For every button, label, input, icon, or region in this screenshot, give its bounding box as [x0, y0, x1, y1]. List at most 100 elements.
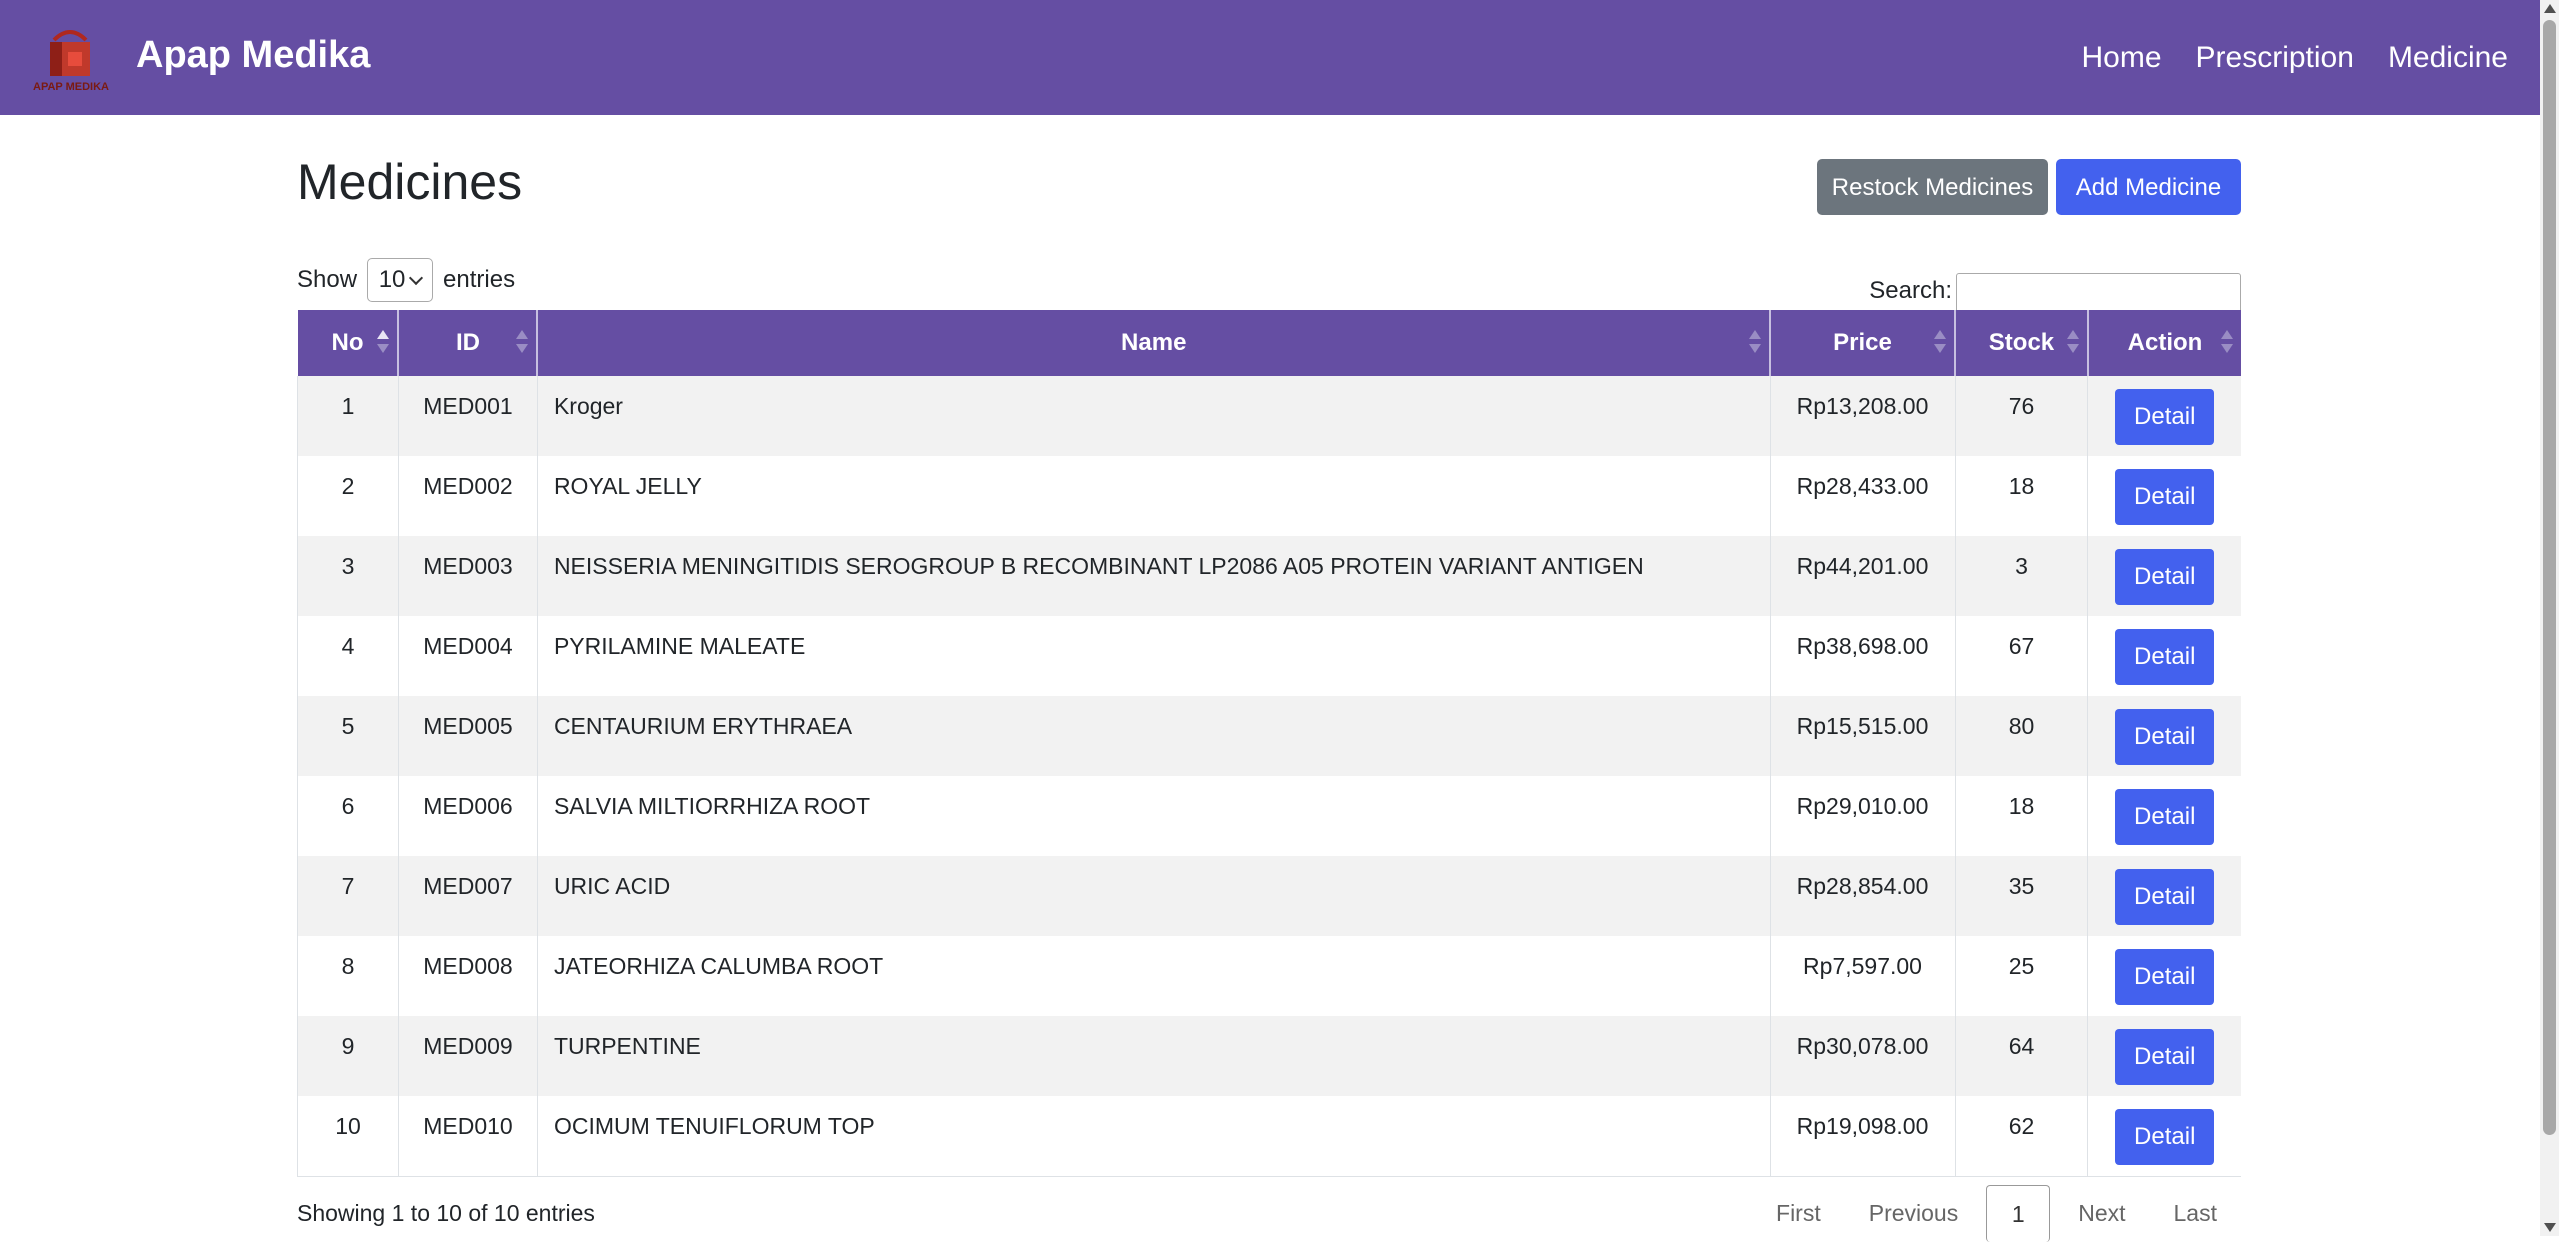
cell-price: Rp28,854.00: [1796, 873, 1929, 899]
show-label: Show: [297, 266, 358, 293]
chevron-down-icon: [409, 270, 424, 285]
cell-no: 8: [341, 953, 355, 979]
brand-title[interactable]: Apap Medika: [136, 0, 370, 110]
table-row: 9 MED009 TURPENTINE Rp30,078.00 64 Detail: [297, 1016, 2241, 1096]
entries-select[interactable]: 10: [367, 258, 434, 302]
cell-stock: 3: [2015, 553, 2028, 579]
column-header-id-label: ID: [455, 329, 480, 356]
svg-text:APAP MEDIKA: APAP MEDIKA: [33, 81, 109, 92]
detail-button[interactable]: Detail: [2115, 1029, 2215, 1085]
pagination-first[interactable]: First: [1752, 1188, 1845, 1238]
detail-button[interactable]: Detail: [2115, 1109, 2215, 1165]
cell-price: Rp44,201.00: [1796, 553, 1929, 579]
detail-button[interactable]: Detail: [2115, 629, 2215, 685]
table-header-row: No ID Name Price Stock Action: [297, 310, 2241, 376]
column-header-stock-label: Stock: [1988, 329, 2055, 356]
column-header-no-label: No: [331, 329, 364, 356]
vertical-scrollbar[interactable]: [2540, 0, 2559, 1236]
page-title: Medicines: [297, 154, 523, 210]
cell-stock: 76: [2008, 393, 2035, 419]
cell-id: MED004: [423, 633, 513, 659]
restock-medicines-button[interactable]: Restock Medicines: [1817, 159, 2048, 215]
cell-id: MED002: [423, 473, 513, 499]
apap-medika-logo[interactable]: APAP MEDIKA: [26, 20, 116, 93]
column-header-price[interactable]: Price: [1770, 310, 1956, 376]
cell-name: URIC ACID: [553, 873, 671, 899]
detail-button[interactable]: Detail: [2115, 869, 2215, 925]
cell-name: JATEORHIZA CALUMBA ROOT: [553, 953, 884, 979]
column-header-id[interactable]: ID: [398, 310, 539, 376]
sort-icon: [2221, 330, 2233, 356]
cell-id: MED009: [423, 1033, 513, 1059]
nav-link-prescription[interactable]: Prescription: [2196, 41, 2354, 75]
table-row: 5 MED005 CENTAURIUM ERYTHRAEA Rp15,515.00 80…: [297, 696, 2241, 776]
cell-id: MED003: [423, 553, 513, 579]
cell-no: 4: [341, 633, 355, 659]
scroll-down-arrow-icon[interactable]: [2544, 1223, 2556, 1232]
table-row: 2 MED002 ROYAL JELLY Rp28,433.00 18 Detail: [297, 456, 2241, 536]
cell-stock: 18: [2008, 793, 2035, 819]
pagination: First Previous 1 Next Last: [1752, 1185, 2241, 1242]
column-header-action-label: Action: [2127, 329, 2203, 356]
cell-id: MED007: [423, 873, 513, 899]
cell-no: 1: [341, 393, 355, 419]
pagination-last[interactable]: Last: [2150, 1188, 2241, 1238]
entries-label: entries: [443, 266, 516, 293]
cell-id: MED001: [423, 393, 513, 419]
table-row: 7 MED007 URIC ACID Rp28,854.00 35 Detail: [297, 856, 2241, 936]
add-medicine-button[interactable]: Add Medicine: [2056, 159, 2241, 215]
cell-name: NEISSERIA MENINGITIDIS SEROGROUP B RECOM…: [553, 553, 1644, 579]
cell-stock: 62: [2008, 1113, 2035, 1139]
search-label: Search:: [1869, 277, 1952, 304]
entries-select-value: 10: [378, 266, 406, 293]
show-entries: Show 10 entries: [297, 258, 515, 302]
cell-no: 7: [341, 873, 355, 899]
scroll-up-arrow-icon[interactable]: [2544, 4, 2556, 13]
table-body: 1 MED001 Kroger Rp13,208.00 76 Detail 2 MED002…: [297, 376, 2241, 1177]
column-header-price-label: Price: [1833, 329, 1892, 356]
nav-link-medicine[interactable]: Medicine: [2388, 41, 2508, 75]
cell-price: Rp13,208.00: [1796, 393, 1929, 419]
navbar: APAP MEDIKA Apap Medika Home Prescriptio…: [0, 0, 2540, 115]
cell-name: CENTAURIUM ERYTHRAEA: [553, 713, 853, 739]
cell-stock: 64: [2008, 1033, 2035, 1059]
detail-button[interactable]: Detail: [2115, 949, 2215, 1005]
cell-name: OCIMUM TENUIFLORUM TOP: [553, 1113, 875, 1139]
table-row: 10 MED010 OCIMUM TENUIFLORUM TOP Rp19,098.0…: [297, 1096, 2241, 1177]
column-header-name-label: Name: [1121, 329, 1187, 356]
detail-button[interactable]: Detail: [2115, 709, 2215, 765]
detail-button[interactable]: Detail: [2115, 549, 2215, 605]
nav-link-home[interactable]: Home: [2082, 41, 2162, 75]
pagination-previous[interactable]: Previous: [1845, 1188, 1982, 1238]
nav-links: Home Prescription Medicine: [2082, 0, 2509, 115]
table-row: 8 MED008 JATEORHIZA CALUMBA ROOT Rp7,597.00…: [297, 936, 2241, 1016]
cell-price: Rp28,433.00: [1796, 473, 1929, 499]
detail-button[interactable]: Detail: [2115, 389, 2215, 445]
sort-icon: [1749, 330, 1762, 356]
cell-no: 5: [341, 713, 355, 739]
cell-name: Kroger: [553, 393, 623, 419]
column-header-no[interactable]: No: [297, 310, 400, 376]
cell-id: MED006: [423, 793, 513, 819]
detail-button[interactable]: Detail: [2115, 469, 2215, 525]
pagination-page-1[interactable]: 1: [1986, 1185, 2051, 1242]
pagination-next[interactable]: Next: [2054, 1188, 2149, 1238]
scroll-thumb[interactable]: [2543, 20, 2556, 1135]
column-header-action[interactable]: Action: [2087, 310, 2241, 376]
cell-name: PYRILAMINE MALEATE: [553, 633, 806, 659]
detail-button[interactable]: Detail: [2115, 789, 2215, 845]
cell-price: Rp38,698.00: [1796, 633, 1929, 659]
sort-icon: [2066, 330, 2079, 356]
column-header-name[interactable]: Name: [537, 310, 1772, 376]
cell-no: 2: [341, 473, 355, 499]
medicines-table: No ID Name Price Stock Action 1 MED001 Kro…: [297, 310, 2241, 1177]
cell-no: 9: [341, 1033, 355, 1059]
table-row: 1 MED001 Kroger Rp13,208.00 76 Detail: [297, 376, 2241, 456]
cell-price: Rp29,010.00: [1796, 793, 1929, 819]
cell-name: SALVIA MILTIORRHIZA ROOT: [553, 793, 871, 819]
column-header-stock[interactable]: Stock: [1955, 310, 2089, 376]
cell-name: TURPENTINE: [553, 1033, 701, 1059]
cell-stock: 80: [2008, 713, 2035, 739]
sort-icon: [377, 330, 390, 356]
cell-stock: 18: [2008, 473, 2035, 499]
